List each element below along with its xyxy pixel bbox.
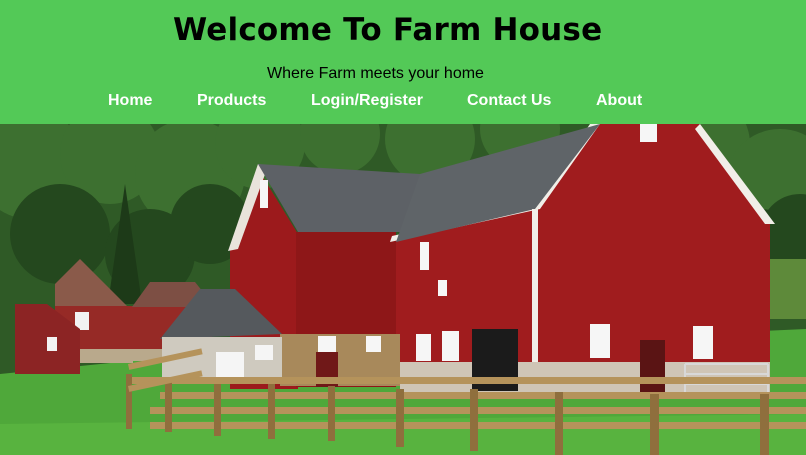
nav-products-link[interactable]: Products bbox=[197, 92, 266, 110]
site-header: Welcome To Farm House Where Farm meets y… bbox=[0, 0, 806, 124]
farm-barn-illustration bbox=[0, 124, 806, 455]
nav-about-link[interactable]: About bbox=[596, 92, 642, 110]
nav-home-link[interactable]: Home bbox=[108, 92, 152, 110]
nav-contact-us-link[interactable]: Contact Us bbox=[467, 92, 551, 110]
site-title: Welcome To Farm House bbox=[173, 12, 603, 48]
hero-image bbox=[0, 124, 806, 455]
nav-login-register-link[interactable]: Login/Register bbox=[311, 92, 423, 110]
site-tagline: Where Farm meets your home bbox=[267, 65, 484, 82]
main-nav: Home Products Login/Register Contact Us … bbox=[0, 92, 806, 114]
